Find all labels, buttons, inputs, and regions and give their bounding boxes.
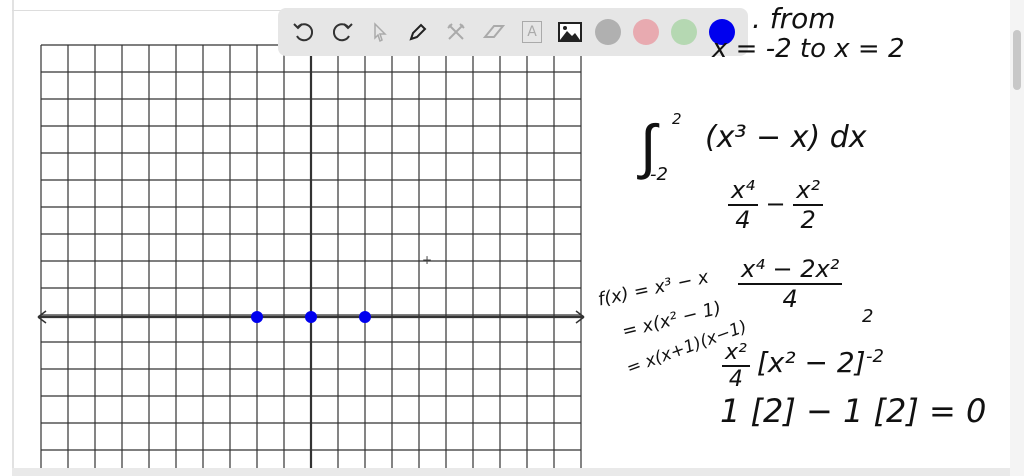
color-swatch-gray (595, 19, 621, 45)
pointer-icon (374, 22, 387, 43)
vertical-scrollbar[interactable] (1010, 0, 1024, 476)
denominator: 4 (728, 367, 743, 392)
undo-button[interactable] (286, 14, 322, 50)
pen-button[interactable] (400, 14, 436, 50)
color-pink[interactable] (628, 14, 664, 50)
bracket-lower-limit: -2 (866, 346, 884, 367)
image-button[interactable] (552, 14, 588, 50)
text-button[interactable]: A (514, 14, 550, 50)
image-icon (558, 22, 582, 42)
integrand: (x³ − x) dx (705, 120, 867, 155)
integral-lower-limit: -2 (650, 164, 668, 185)
select-button[interactable] (362, 14, 398, 50)
eraser-button[interactable] (476, 14, 512, 50)
pen-icon (409, 23, 427, 41)
tools-icon (447, 23, 465, 40)
integral-upper-limit: 2 (672, 110, 682, 128)
drawing-toolbar: A (278, 8, 748, 56)
denominator: 4 (735, 206, 751, 234)
root-point (305, 311, 317, 323)
root-point (359, 311, 371, 323)
combined-fraction: x⁴ − 2x² 4 (738, 255, 843, 313)
color-swatch-green (671, 19, 697, 45)
redo-button[interactable] (324, 14, 360, 50)
tools-button[interactable] (438, 14, 474, 50)
numerator: x⁴ − 2x² (738, 255, 843, 285)
text-box-icon: A (522, 21, 542, 43)
eraser-icon (482, 25, 506, 38)
denominator: 4 (782, 285, 798, 313)
fraction-x2-over-2: x² 2 (793, 176, 824, 234)
color-green[interactable] (666, 14, 702, 50)
undo-icon (293, 23, 314, 42)
note-range: x = -2 to x = 2 (712, 34, 905, 64)
numerator: x² (722, 340, 750, 367)
numerator: x⁴ (728, 176, 758, 206)
color-gray[interactable] (590, 14, 626, 50)
scrollbar-thumb[interactable] (1013, 30, 1021, 90)
factored-expression: x² 4 [x² − 2] (722, 340, 866, 392)
note-from: . from (752, 2, 836, 35)
color-swatch-pink (633, 19, 659, 45)
final-result: 1 [2] − 1 [2] = 0 (720, 392, 987, 430)
bracket-expression: [x² − 2] (756, 346, 866, 379)
redo-icon (332, 23, 353, 42)
minus-sign: − (765, 190, 786, 218)
numerator: x² (793, 176, 824, 206)
antiderivative: x⁴ 4 − x² 2 (728, 176, 824, 234)
horizontal-scrollbar[interactable] (12, 468, 1010, 476)
denominator: 2 (800, 206, 816, 234)
crosshair-cursor-icon: + (422, 253, 433, 267)
fraction-x4-over-4: x⁴ 4 (728, 176, 758, 234)
root-point (251, 311, 263, 323)
bracket-upper-limit: 2 (862, 306, 874, 327)
